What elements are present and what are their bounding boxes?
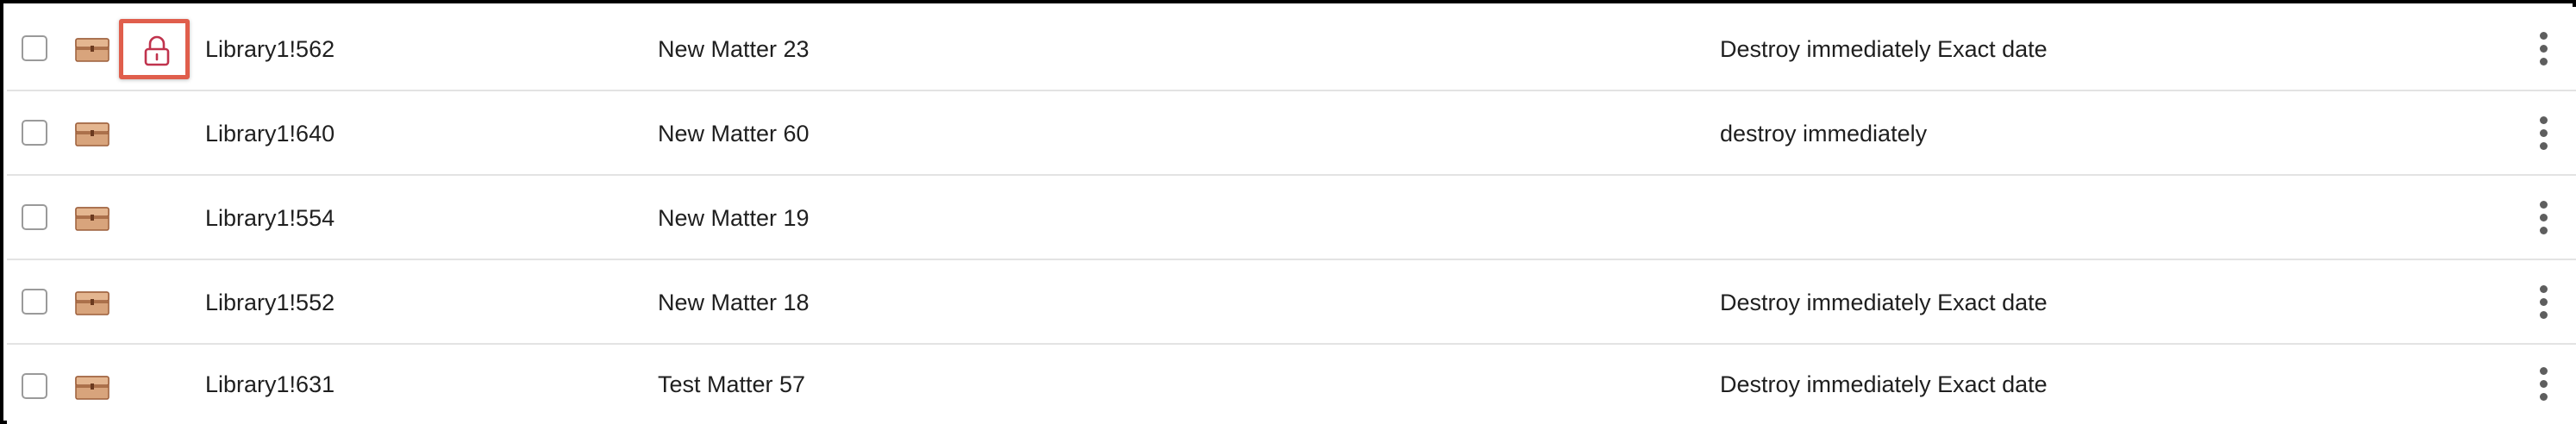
matters-table-frame: Library1!562 New Matter 23 Destroy immed… (0, 0, 2576, 424)
table-row[interactable]: Library1!562 New Matter 23 Destroy immed… (7, 7, 2576, 91)
more-vertical-icon[interactable] (2526, 365, 2560, 403)
more-vertical-icon[interactable] (2526, 115, 2560, 153)
row-select-checkbox[interactable] (22, 373, 47, 399)
table-row[interactable]: Library1!554 New Matter 19 (7, 176, 2576, 260)
matters-table: Library1!562 New Matter 23 Destroy immed… (7, 7, 2576, 424)
matter-id[interactable]: Library1!562 (205, 7, 335, 91)
matter-name[interactable]: New Matter 19 (658, 176, 810, 260)
retention-policy: Destroy immediately Exact date (1720, 290, 2048, 315)
row-select-checkbox[interactable] (22, 289, 47, 315)
row-select-checkbox[interactable] (22, 204, 47, 230)
matter-id[interactable]: Library1!554 (205, 176, 335, 260)
retention-policy: Destroy immediately Exact date (1720, 371, 2048, 397)
matter-id[interactable]: Library1!640 (205, 91, 335, 176)
row-select-checkbox[interactable] (22, 120, 47, 146)
lock-icon (144, 35, 170, 66)
briefcase-folder-icon (75, 291, 109, 315)
retention-policy: destroy immediately (1720, 121, 1928, 147)
matter-id[interactable]: Library1!631 (205, 345, 335, 424)
more-vertical-icon[interactable] (2526, 284, 2560, 321)
retention-policy: Destroy immediately Exact date (1720, 36, 2048, 62)
table-row[interactable]: Library1!640 New Matter 60 destroy immed… (7, 91, 2576, 176)
matter-id[interactable]: Library1!552 (205, 260, 335, 345)
matter-name[interactable]: New Matter 60 (658, 91, 810, 176)
row-select-checkbox[interactable] (22, 35, 47, 61)
briefcase-folder-icon (75, 38, 109, 62)
matter-name[interactable]: Test Matter 57 (658, 345, 805, 424)
briefcase-folder-icon (75, 376, 109, 400)
more-vertical-icon[interactable] (2526, 199, 2560, 237)
legal-hold-highlight[interactable] (119, 19, 190, 79)
matter-name[interactable]: New Matter 23 (658, 7, 810, 91)
briefcase-folder-icon (75, 207, 109, 231)
table-row[interactable]: Library1!552 New Matter 18 Destroy immed… (7, 260, 2576, 345)
more-vertical-icon[interactable] (2526, 30, 2560, 68)
matter-name[interactable]: New Matter 18 (658, 260, 810, 345)
briefcase-folder-icon (75, 122, 109, 147)
table-row[interactable]: Library1!631 Test Matter 57 Destroy imme… (7, 345, 2576, 424)
